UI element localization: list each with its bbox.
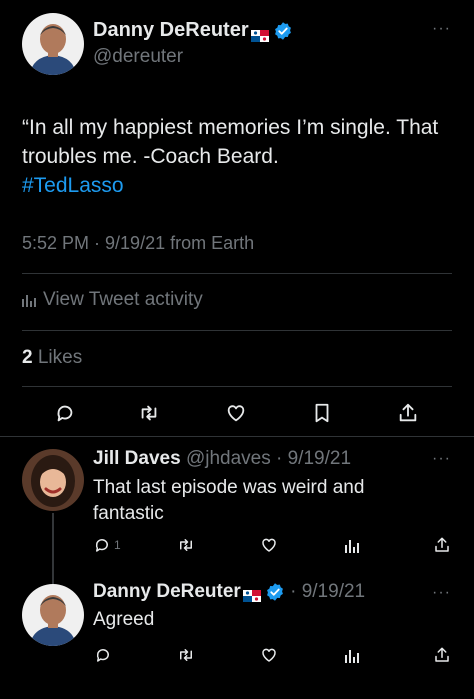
likes-count: 2 [22, 347, 33, 368]
like-icon[interactable] [259, 645, 279, 665]
retweet-icon[interactable] [176, 645, 196, 665]
analytics-icon[interactable] [343, 535, 361, 555]
panama-flag-icon [242, 586, 261, 602]
more-icon[interactable]: ··· [432, 20, 451, 38]
divider [22, 273, 452, 274]
reply-display-name[interactable]: Danny DeReuter [93, 581, 241, 602]
verified-icon [273, 21, 293, 41]
like-icon[interactable] [259, 535, 279, 555]
more-icon[interactable]: ··· [432, 584, 451, 602]
reply-avatar-image [22, 584, 84, 646]
share-icon[interactable] [432, 535, 452, 555]
view-activity-link[interactable]: View Tweet activity [22, 289, 203, 311]
author-avatar[interactable] [22, 13, 84, 75]
retweet-icon[interactable] [136, 401, 162, 425]
reply-count: 1 [114, 538, 121, 552]
author-display-name[interactable]: Danny DeReuter [93, 19, 249, 41]
thread-line [52, 513, 54, 588]
reply-icon[interactable] [53, 401, 77, 425]
tweet-timestamp[interactable]: 5:52 PM · 9/19/21 from Earth [22, 233, 254, 254]
divider [22, 386, 452, 387]
author-handle[interactable]: @dereuter [93, 46, 183, 68]
view-activity-label: View Tweet activity [43, 289, 203, 310]
reply-icon[interactable] [93, 645, 113, 665]
reply-icon[interactable]: 1 [93, 535, 121, 555]
retweet-icon[interactable] [176, 535, 196, 555]
like-icon[interactable] [224, 401, 248, 425]
reply-display-name[interactable]: Jill Daves [93, 448, 181, 469]
reply-avatar-image [22, 449, 84, 511]
hashtag-link[interactable]: #TedLasso [22, 174, 124, 197]
tweet-text-block: “In all my happiest memories I’m single.… [22, 113, 452, 200]
likes-label: Likes [37, 347, 83, 368]
likes-stat[interactable]: 2 Likes [22, 347, 82, 369]
more-icon[interactable]: ··· [432, 450, 451, 468]
reply-avatar[interactable] [22, 449, 84, 511]
analytics-icon[interactable] [343, 645, 361, 665]
reply-handle-date[interactable]: @jhdaves · 9/19/21 [186, 448, 351, 469]
analytics-icon [22, 293, 36, 307]
bookmark-icon[interactable] [310, 401, 334, 425]
reply-date[interactable]: · 9/19/21 [290, 581, 365, 602]
share-icon[interactable] [432, 645, 452, 665]
tweet-text: “In all my happiest memories I’m single.… [22, 116, 439, 168]
divider [22, 330, 452, 331]
verified-icon [265, 582, 285, 602]
author-avatar-image [22, 13, 84, 75]
divider [0, 436, 474, 437]
reply-avatar[interactable] [22, 584, 84, 646]
reply-text: Agreed [93, 609, 155, 630]
share-icon[interactable] [396, 401, 420, 425]
panama-flag-icon [250, 25, 269, 42]
reply-text: That last episode was weird and fantasti… [93, 477, 365, 524]
